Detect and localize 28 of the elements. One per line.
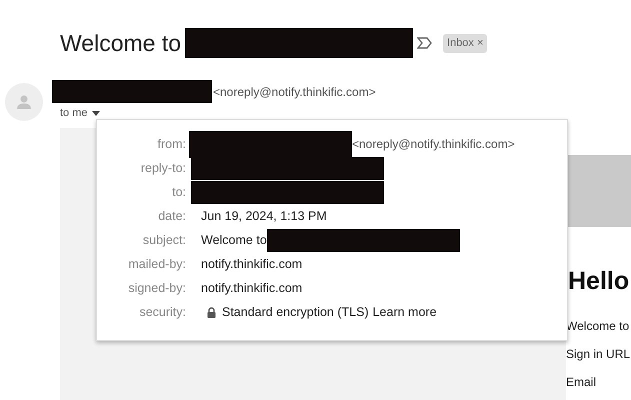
- caret-icon: [92, 110, 100, 116]
- email-text: Sign in URL: [566, 346, 631, 362]
- detail-label: date:: [157, 208, 186, 225]
- detail-value: Welcome to: [201, 232, 267, 249]
- email-heading: Hello: [568, 269, 630, 294]
- detail-label: reply-to:: [140, 160, 186, 177]
- detail-label: security:: [138, 304, 186, 321]
- detail-label: to:: [171, 184, 186, 201]
- detail-value: notify.thinkific.com: [201, 256, 302, 273]
- detail-label: from:: [156, 136, 186, 153]
- detail-label: subject:: [142, 232, 186, 249]
- detail-value: Jun 19, 2024, 1:13 PM: [201, 208, 327, 225]
- detail-value: notify.thinkific.com: [201, 280, 302, 297]
- lock-icon: [207, 306, 216, 318]
- detail-label: mailed-by:: [127, 256, 186, 273]
- email-subject: Welcome to: [60, 29, 182, 58]
- inbox-label[interactable]: Inbox ×: [443, 34, 488, 52]
- email-header-banner: [566, 155, 631, 227]
- important-marker-icon[interactable]: [417, 37, 434, 50]
- email-text: Email: [566, 374, 598, 390]
- detail-value: Standard encryption (TLS): [222, 304, 369, 321]
- detail-label: signed-by:: [127, 280, 186, 297]
- detail-value: <noreply@notify.thinkific.com>: [352, 136, 515, 153]
- recipient-dropdown[interactable]: to me: [60, 105, 100, 122]
- email-text: Welcome to: [566, 318, 630, 334]
- learn-more-link[interactable]: Learn more: [372, 302, 437, 322]
- avatar-icon: [5, 83, 43, 121]
- sender-email: <noreply@notify.thinkific.com>: [213, 84, 376, 100]
